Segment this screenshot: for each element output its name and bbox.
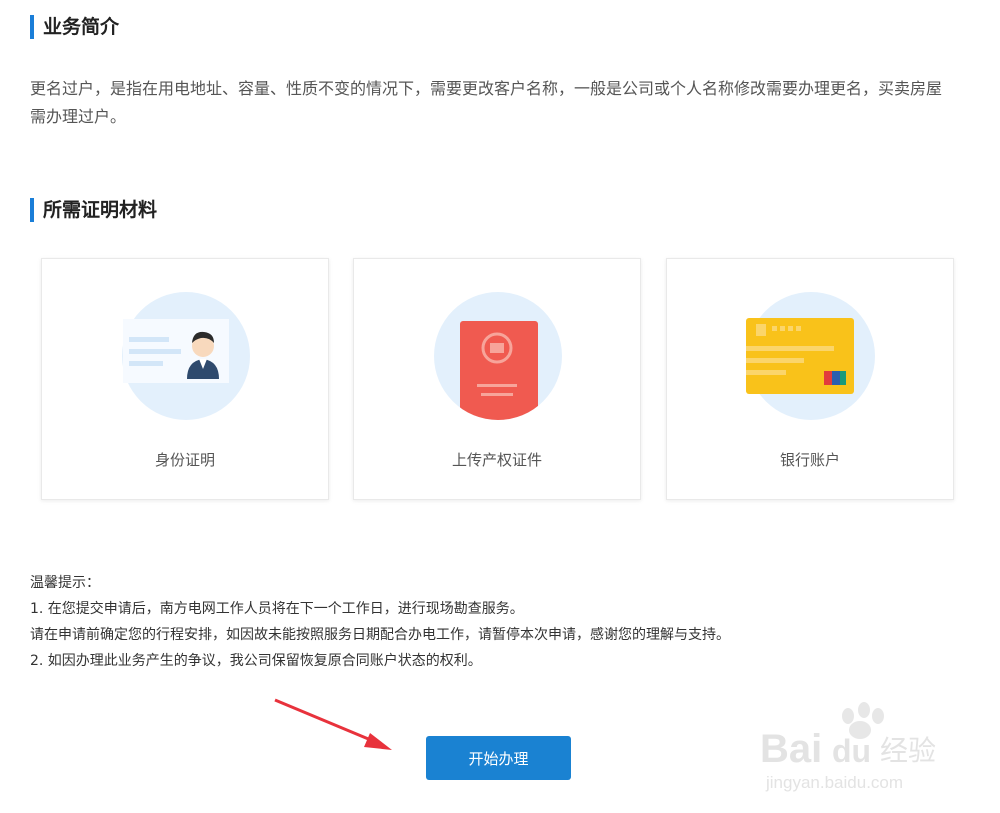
bank-card-icon [746, 292, 875, 420]
start-button[interactable]: 开始办理 [426, 736, 571, 780]
material-label-property: 上传产权证件 [451, 451, 542, 469]
material-card-bank[interactable]: 银行账户 [666, 258, 954, 500]
section-title-intro: 业务简介 [30, 15, 119, 39]
material-card-property[interactable]: 上传产权证件 [353, 258, 641, 500]
material-label-bank: 银行账户 [779, 451, 840, 469]
property-certificate-icon [434, 292, 562, 420]
tips-line: 1. 在您提交申请后，南方电网工作人员将在下一个工作日，进行现场勘查服务。 [30, 601, 524, 617]
watermark-cn: 经验 [880, 734, 936, 767]
section-title-materials: 所需证明材料 [30, 198, 157, 222]
baidu-jingyan-watermark: Bai du 经验 jingyan.baidu.com [760, 702, 936, 792]
tips-line: 请在申请前确定您的行程安排，如因故未能按照服务日期配合办电工作，请暂停本次申请，… [30, 627, 730, 643]
material-label-id: 身份证明 [154, 451, 215, 469]
tips-line: 2. 如因办理此业务产生的争议，我公司保留恢复原合同账户状态的权利。 [30, 653, 482, 669]
pointer-arrow [274, 698, 392, 750]
watermark-url: jingyan.baidu.com [765, 773, 903, 792]
id-card-icon [122, 292, 250, 420]
watermark-brand-du: du [832, 733, 871, 769]
tips-section: 温馨提示： 1. 在您提交申请后，南方电网工作人员将在下一个工作日，进行现场勘查… [30, 570, 970, 674]
tips-heading: 温馨提示： [30, 575, 100, 591]
watermark-brand: Bai [760, 727, 822, 771]
intro-description: 更名过户，是指在用电地址、容量、性质不变的情况下，需要更改客户名称，一般是公司或… [30, 79, 943, 126]
material-card-id[interactable]: 身份证明 [41, 258, 329, 500]
